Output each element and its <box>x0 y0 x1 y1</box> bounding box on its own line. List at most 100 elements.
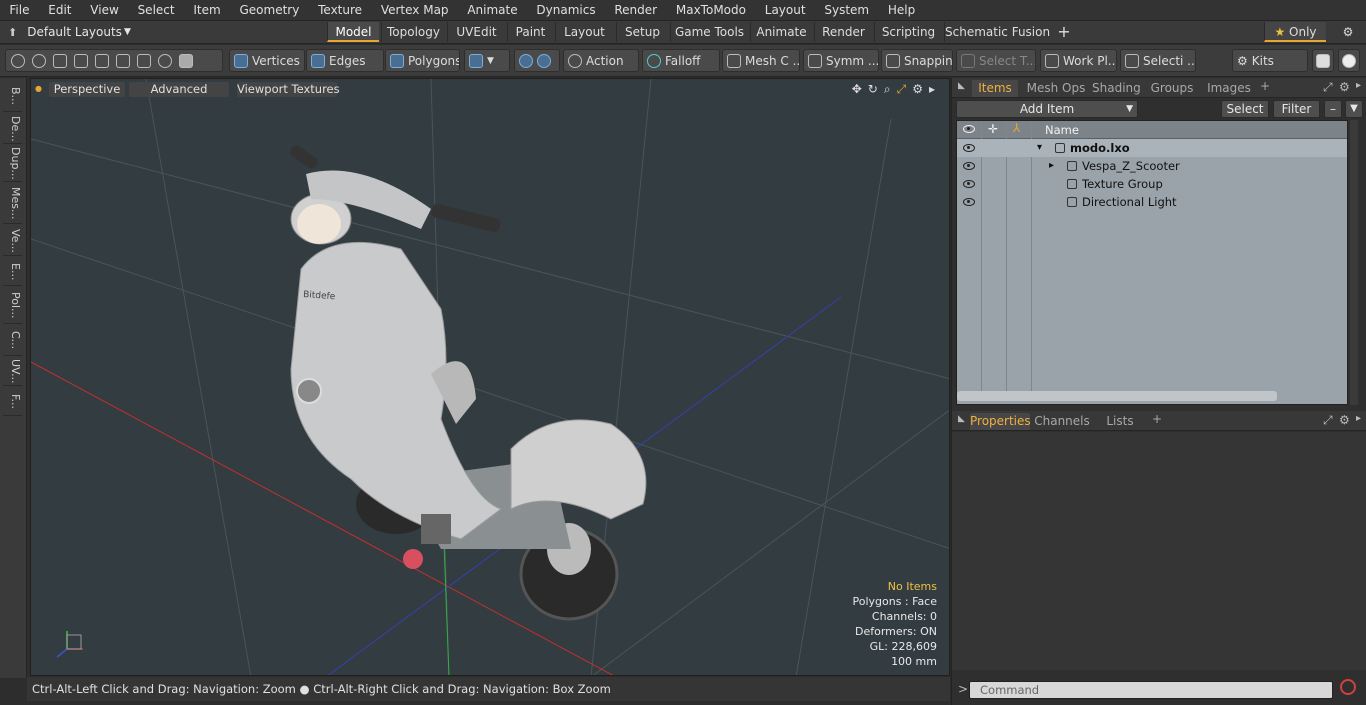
props-tab-properties[interactable]: Properties <box>970 413 1031 430</box>
falloff-button[interactable]: Falloff <box>642 49 720 72</box>
collapse-icon[interactable]: – <box>1324 100 1342 118</box>
panel-menu-icon[interactable]: ◣ <box>958 81 965 91</box>
mesh-constraint-button[interactable]: Mesh C ... <box>722 49 800 72</box>
menu-view[interactable]: View <box>81 3 128 17</box>
eye-icon[interactable] <box>963 180 975 188</box>
menu-select[interactable]: Select <box>128 3 184 17</box>
vertices-button[interactable]: Vertices <box>229 49 305 72</box>
timer-icon[interactable] <box>158 53 172 68</box>
rotate-view-icon[interactable]: ↻ <box>868 82 878 97</box>
menu-dynamics[interactable]: Dynamics <box>527 3 605 17</box>
select-button[interactable]: Select <box>1221 100 1269 118</box>
panel-tab-shading[interactable]: Shading <box>1092 80 1141 97</box>
tab-schematic-fusion[interactable]: Schematic Fusion <box>944 22 1050 42</box>
menu-vertex-map[interactable]: Vertex Map <box>371 3 458 17</box>
collapse-arrow-icon[interactable]: ▸ <box>1049 157 1054 175</box>
panel-arrow-icon[interactable]: ▸ <box>1356 413 1361 424</box>
center-icon[interactable] <box>116 53 130 68</box>
circle-select-icon[interactable] <box>11 53 25 68</box>
frame-icon[interactable] <box>137 53 151 68</box>
tab-layout[interactable]: Layout <box>555 22 613 42</box>
left-tab-5[interactable]: Ve... <box>3 226 22 256</box>
item-row[interactable]: Directional Light <box>957 193 1347 211</box>
left-tab-3[interactable]: Dup... <box>3 146 22 182</box>
viewport-menu-dot[interactable]: ● <box>35 84 42 93</box>
expand-icon[interactable]: ⤢ <box>1323 80 1333 95</box>
expand-icon[interactable]: ⤢ <box>1323 413 1333 428</box>
selection-sets-button[interactable]: Selecti ... <box>1120 49 1196 72</box>
menu-edit[interactable]: Edit <box>39 3 81 17</box>
item-row[interactable]: Texture Group <box>957 175 1347 193</box>
add-tab-icon[interactable]: + <box>1152 412 1162 426</box>
props-tab-lists[interactable]: Lists <box>1096 413 1144 430</box>
kits-button[interactable]: ⚙ Kits <box>1232 49 1308 72</box>
menu-render[interactable]: Render <box>605 3 667 17</box>
item-row[interactable]: ▸ Vespa_Z_Scooter <box>957 157 1347 175</box>
tab-uvedit[interactable]: UVEdit <box>447 22 505 42</box>
lock-header-icon[interactable]: ✛ <box>988 122 998 136</box>
layouts-dropdown[interactable]: Default Layouts <box>27 25 122 39</box>
play-arrow-icon[interactable]: ▸ <box>929 82 935 97</box>
eye-icon[interactable] <box>963 144 975 152</box>
name-column-header[interactable]: Name <box>1045 123 1079 137</box>
unity-icon[interactable] <box>1312 49 1334 72</box>
scooter-model[interactable] <box>288 143 647 621</box>
layout-selector[interactable]: ⬆ Default Layouts ▼ <box>8 21 131 43</box>
left-tab-7[interactable]: Pol... <box>3 288 22 324</box>
add-item-button[interactable]: Add Item ▼ <box>956 100 1138 118</box>
vertical-scrollbar[interactable] <box>1350 120 1358 405</box>
viewport-textures-dropdown[interactable]: Viewport Textures <box>237 82 340 97</box>
item-row[interactable]: ▾ modo.lxo <box>957 139 1347 157</box>
symmetry-toggle[interactable] <box>514 49 560 72</box>
snapping-button[interactable]: Snapping <box>881 49 953 72</box>
left-tab-8[interactable]: C... <box>3 326 22 356</box>
item-mode-icon[interactable] <box>179 53 193 68</box>
work-plane-button[interactable]: Work Pl... <box>1040 49 1117 72</box>
menu-texture[interactable]: Texture <box>309 3 372 17</box>
record-icon[interactable] <box>1340 679 1356 695</box>
left-tab-2[interactable]: De... <box>3 114 22 144</box>
move-view-icon[interactable]: ✥ <box>852 82 862 97</box>
add-tab-icon[interactable]: + <box>1260 79 1270 93</box>
zoom-view-icon[interactable]: ⌕ <box>884 82 891 97</box>
tab-paint[interactable]: Paint <box>507 22 553 42</box>
left-tab-9[interactable]: UV... <box>3 358 22 386</box>
tab-model[interactable]: Model <box>327 22 379 42</box>
gear-icon[interactable]: ⚙ <box>1336 22 1360 42</box>
brush-icon[interactable] <box>74 53 88 68</box>
panel-arrow-icon[interactable]: ▸ <box>1356 80 1361 91</box>
gear-icon[interactable]: ⚙ <box>1339 80 1350 94</box>
panel-tab-items[interactable]: Items <box>972 80 1018 97</box>
menu-system[interactable]: System <box>815 3 879 17</box>
axes-header-icon[interactable]: ⅄ <box>1013 121 1020 135</box>
tab-game-tools[interactable]: Game Tools <box>670 22 748 42</box>
tab-topology[interactable]: Topology <box>381 22 445 42</box>
globe-icon[interactable] <box>32 53 46 68</box>
select-through-button[interactable]: Select T... <box>956 49 1036 72</box>
gear-icon[interactable]: ⚙ <box>912 82 923 97</box>
only-toggle[interactable]: ★ Only <box>1264 22 1326 42</box>
left-tab-10[interactable]: F... <box>3 388 22 416</box>
unreal-icon[interactable] <box>1338 49 1360 72</box>
menu-item[interactable]: Item <box>184 3 230 17</box>
symmetry-button[interactable]: Symm ... <box>803 49 879 72</box>
perspective-dropdown[interactable]: Perspective <box>49 82 125 97</box>
filter-button[interactable]: Filter <box>1273 100 1320 118</box>
fit-view-icon[interactable]: ⤢ <box>897 82 907 97</box>
menu-maxtomodo[interactable]: MaxToModo <box>666 3 755 17</box>
command-input[interactable]: Command <box>969 681 1333 699</box>
menu-help[interactable]: Help <box>878 3 924 17</box>
list-scrollbar[interactable] <box>957 391 1277 401</box>
align-icon[interactable] <box>95 53 109 68</box>
left-tab-4[interactable]: Mes... <box>3 184 22 224</box>
filter-funnel-icon[interactable]: ▼ <box>1345 100 1363 118</box>
eye-icon[interactable] <box>963 162 975 170</box>
polygons-button[interactable]: Polygons <box>385 49 460 72</box>
panel-menu-icon[interactable]: ◣ <box>958 414 965 424</box>
3d-viewport[interactable]: Bitdefe ● Perspective Advanced Viewport … <box>30 78 950 676</box>
menu-animate[interactable]: Animate <box>458 3 527 17</box>
edges-button[interactable]: Edges <box>306 49 384 72</box>
gear-icon[interactable]: ⚙ <box>1339 413 1350 427</box>
expand-arrow-icon[interactable]: ▾ <box>1037 139 1042 157</box>
action-center-button[interactable]: Action <box>563 49 639 72</box>
